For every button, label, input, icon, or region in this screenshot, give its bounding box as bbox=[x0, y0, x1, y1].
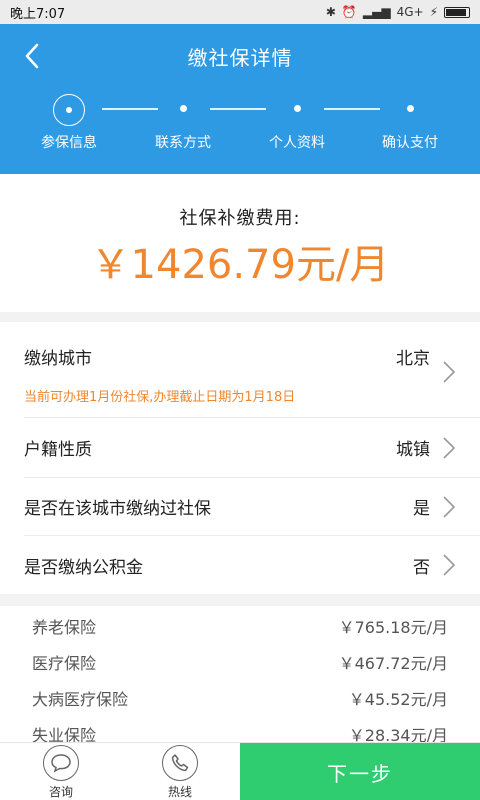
form-card: 缴纳城市 北京 当前可办理1月份社保,办理截止日期为1月18日 户籍性质 城镇 … bbox=[0, 322, 480, 594]
consult-button[interactable]: 咨询 bbox=[21, 745, 101, 800]
insurance-name: 医疗保险 bbox=[32, 654, 97, 673]
next-step-button[interactable]: 下一步 bbox=[240, 743, 480, 800]
fee-summary: 社保补缴费用: ￥1426.79元/月 bbox=[0, 174, 480, 312]
fee-amount: ￥1426.79元/月 bbox=[90, 242, 390, 288]
housing-fund-row[interactable]: 是否缴纳公积金 否 bbox=[24, 536, 480, 594]
paid-before-value: 是 bbox=[413, 499, 430, 519]
housing-fund-value: 否 bbox=[413, 557, 430, 578]
insurance-row: 大病医疗保险 ￥45.52元/月 bbox=[32, 680, 448, 716]
paid-before-row[interactable]: 是否在该城市缴纳过社保 是 bbox=[24, 478, 480, 536]
charging-icon: ⚡ bbox=[429, 5, 438, 19]
paid-before-label: 是否在该城市缴纳过社保 bbox=[24, 499, 211, 519]
step-label: 参保信息 bbox=[41, 135, 97, 151]
insurance-row: 养老保险 ￥765.18元/月 bbox=[32, 608, 448, 644]
signal-icon: ▂▄▆ bbox=[362, 5, 391, 19]
progress-steps: 参保信息 联系方式 个人资料 确认支付 bbox=[0, 94, 480, 164]
insurance-row: 医疗保险 ￥467.72元/月 bbox=[32, 644, 448, 680]
step-indicator bbox=[294, 105, 301, 112]
city-note: 当前可办理1月份社保,办理截止日期为1月18日 bbox=[24, 390, 296, 405]
housing-fund-label: 是否缴纳公积金 bbox=[24, 557, 143, 578]
chevron-right-icon bbox=[443, 554, 456, 576]
phone-icon bbox=[162, 745, 198, 781]
insurance-name: 养老保险 bbox=[32, 618, 97, 637]
fee-label: 社保补缴费用: bbox=[179, 208, 301, 229]
city-label: 缴纳城市 bbox=[24, 349, 92, 369]
step-connector bbox=[210, 108, 266, 110]
chevron-right-icon bbox=[443, 361, 456, 383]
step-indicator bbox=[180, 105, 187, 112]
alarm-icon: ⏰ bbox=[341, 5, 357, 19]
page-title: 缴社保详情 bbox=[187, 46, 293, 70]
step-indicator bbox=[407, 105, 414, 112]
insurance-amount: ￥765.18元/月 bbox=[338, 618, 448, 637]
insurance-amount: ￥467.72元/月 bbox=[338, 654, 448, 673]
insurance-name: 大病医疗保险 bbox=[32, 690, 129, 709]
hotline-button[interactable]: 热线 bbox=[140, 745, 220, 800]
bluetooth-icon: ✱ bbox=[325, 5, 336, 19]
insurance-amount: ￥45.52元/月 bbox=[348, 690, 448, 709]
consult-label: 咨询 bbox=[48, 785, 73, 799]
step-indicator-active bbox=[53, 94, 85, 126]
status-icons: ✱ ⏰ ▂▄▆ 4G+ ⚡ bbox=[326, 5, 470, 19]
city-row[interactable]: 缴纳城市 北京 当前可办理1月份社保,办理截止日期为1月18日 bbox=[24, 322, 480, 418]
bottom-bar: 咨询 热线 下一步 bbox=[0, 742, 480, 800]
household-row[interactable]: 户籍性质 城镇 bbox=[24, 418, 480, 478]
status-bar: 晚上7:07 ✱ ⏰ ▂▄▆ 4G+ ⚡ bbox=[0, 0, 480, 24]
step-label: 确认支付 bbox=[382, 135, 438, 151]
hotline-label: 热线 bbox=[167, 785, 192, 799]
step-connector bbox=[324, 108, 380, 110]
chevron-right-icon bbox=[443, 436, 456, 459]
status-time: 晚上7:07 bbox=[10, 6, 66, 22]
header: 缴社保详情 参保信息 联系方式 个人资料 确认支付 bbox=[0, 24, 480, 174]
chat-bubble-icon bbox=[43, 745, 79, 781]
city-value: 北京 bbox=[396, 349, 430, 369]
insurance-breakdown: 养老保险 ￥765.18元/月 医疗保险 ￥467.72元/月 大病医疗保险 ￥… bbox=[0, 606, 480, 746]
step-label: 个人资料 bbox=[269, 135, 325, 151]
chevron-right-icon bbox=[443, 495, 456, 518]
household-value: 城镇 bbox=[396, 440, 430, 460]
household-label: 户籍性质 bbox=[24, 440, 92, 460]
battery-icon bbox=[444, 6, 470, 18]
network-type: 4G+ bbox=[396, 5, 424, 19]
step-label: 联系方式 bbox=[155, 135, 211, 151]
step-connector bbox=[102, 108, 158, 110]
